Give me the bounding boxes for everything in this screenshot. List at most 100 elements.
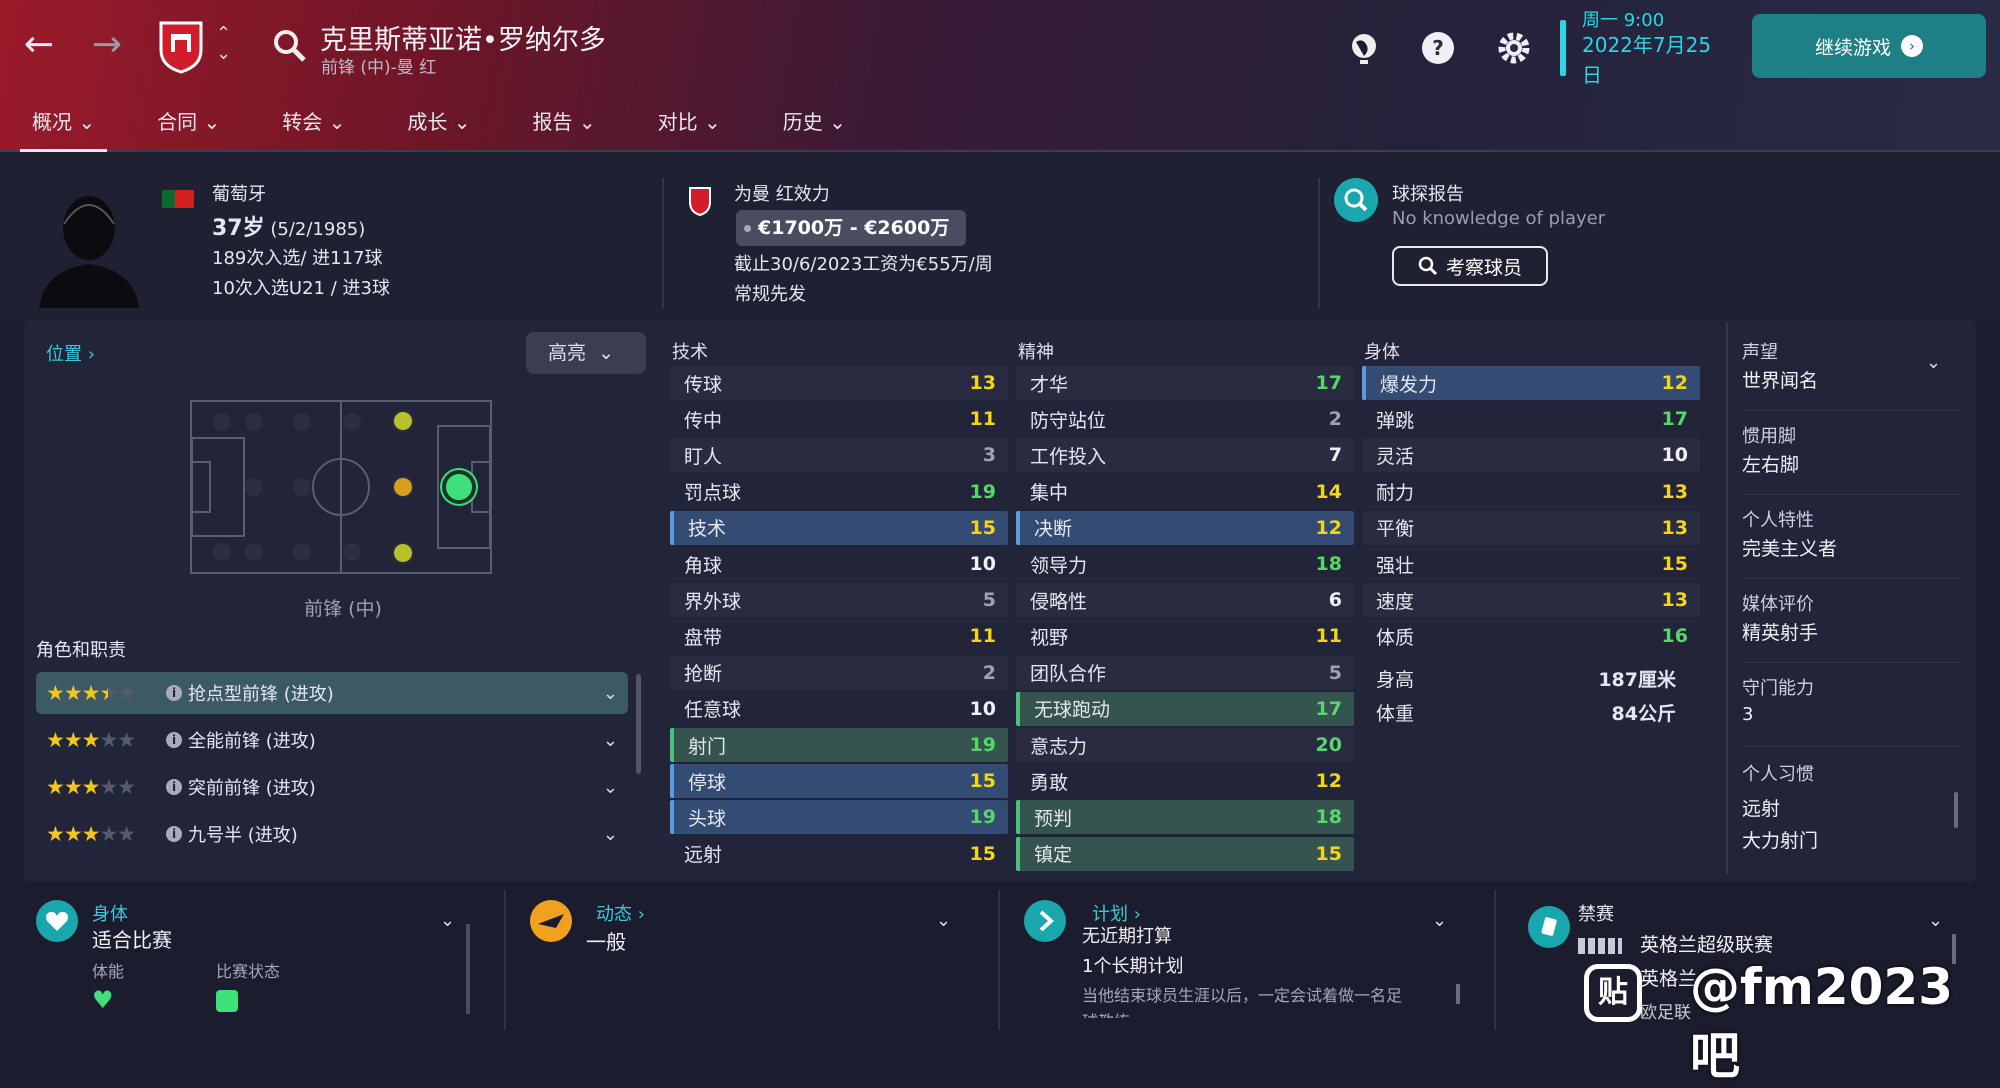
attribute-row[interactable]: 技术 15 (670, 510, 1008, 545)
role-row[interactable]: ★★★★★ i 全能前锋 (进攻) ⌄ (36, 719, 628, 761)
role-label: 全能前锋 (进攻) (188, 731, 316, 752)
attribute-row[interactable]: 无球跑动 17 (1016, 691, 1354, 726)
mental-title: 精神 (1018, 342, 1054, 363)
role-row[interactable]: ★★★★★ i 抢点型前锋 (进攻) ⌄ (36, 672, 628, 714)
form-label: 比赛状态 (216, 962, 281, 981)
attribute-row[interactable]: 侵略性 6 (1016, 583, 1354, 618)
attribute-row[interactable]: 意志力 20 (1016, 728, 1354, 762)
chevron-down-icon[interactable]: ⌄ (1928, 910, 1943, 931)
settings-gear-icon[interactable] (1494, 28, 1534, 68)
morale-link[interactable]: 动态 › (596, 900, 645, 926)
tab-development[interactable]: 成长 ⌄ (395, 104, 482, 154)
attribute-row[interactable]: 爆发力 12 (1362, 366, 1700, 400)
tab-compare[interactable]: 对比 ⌄ (646, 104, 733, 154)
roles-title: 角色和职责 (36, 640, 126, 661)
position-link[interactable]: 位置 › (46, 340, 95, 366)
attribute-row[interactable]: 团队合作 5 (1016, 655, 1354, 690)
help-icon[interactable]: ? (1418, 28, 1458, 68)
chevron-down-icon[interactable]: ⌄ (1432, 910, 1447, 931)
attribute-row[interactable]: 界外球 5 (670, 583, 1008, 618)
info-icon[interactable]: i (166, 685, 182, 701)
attribute-row[interactable]: 耐力 13 (1362, 475, 1700, 509)
info-icon[interactable]: i (166, 826, 182, 842)
highlight-dropdown[interactable]: 高亮 ⌄ (526, 332, 646, 374)
attribute-row[interactable]: 才华 17 (1016, 366, 1354, 400)
attribute-row[interactable]: 停球 15 (670, 764, 1008, 799)
globe-icon[interactable] (1344, 28, 1384, 68)
attribute-row[interactable]: 传中 11 (670, 402, 1008, 436)
attribute-name: 勇敢 (1030, 771, 1069, 794)
attribute-name: 决断 (1034, 518, 1073, 541)
attribute-row[interactable]: 远射 15 (670, 837, 1008, 871)
info-icon[interactable]: i (166, 732, 182, 748)
attribute-row[interactable]: 防守站位 2 (1016, 402, 1354, 436)
side-scrollbar[interactable] (1954, 792, 1958, 828)
position-dot-amc (392, 476, 414, 498)
divider (998, 890, 1000, 1030)
attribute-row[interactable]: 预判 18 (1016, 800, 1354, 835)
attribute-row[interactable]: 平衡 13 (1362, 510, 1700, 545)
contract-info: 截止30/6/2023工资为€55万/周 (734, 254, 993, 275)
attribute-value: 15 (1315, 842, 1342, 865)
attribute-row[interactable]: 盯人 3 (670, 438, 1008, 473)
attribute-row[interactable]: 工作投入 7 (1016, 438, 1354, 473)
chevron-down-icon[interactable]: ⌄ (440, 910, 455, 931)
attribute-row[interactable]: 头球 19 (670, 800, 1008, 835)
scrollbar[interactable] (1456, 984, 1460, 1004)
chevron-down-icon[interactable]: ⌄ (1926, 352, 1941, 373)
tab-overview[interactable]: 概况 ⌄ (20, 104, 108, 154)
attribute-name: 强壮 (1376, 554, 1415, 577)
chevron-down-icon[interactable]: ⌄ (603, 683, 618, 704)
attribute-row[interactable]: 传球 13 (670, 366, 1008, 400)
chevron-down-icon[interactable]: ⌄ (603, 824, 618, 845)
attribute-name: 视野 (1030, 626, 1069, 649)
continue-button[interactable]: 继续游戏 › (1752, 14, 1986, 78)
attribute-row[interactable]: 抢断 2 (670, 655, 1008, 690)
attribute-row[interactable]: 弹跳 17 (1362, 402, 1700, 436)
attribute-row[interactable]: 罚点球 19 (670, 475, 1008, 509)
attribute-row[interactable]: 决断 12 (1016, 510, 1354, 545)
weight-row: 体重 84公斤 (1376, 703, 1676, 725)
attribute-row[interactable]: 镇定 15 (1016, 836, 1354, 871)
attribute-row[interactable]: 灵活 10 (1362, 438, 1700, 473)
attribute-row[interactable]: 盘带 11 (670, 619, 1008, 653)
technical-title: 技术 (672, 342, 708, 363)
attribute-row[interactable]: 视野 11 (1016, 619, 1354, 653)
roles-scrollbar[interactable] (636, 674, 641, 774)
search-icon[interactable] (272, 28, 308, 64)
role-row[interactable]: ★★★★★ i 九号半 (进攻) ⌄ (36, 813, 628, 855)
attribute-row[interactable]: 集中 14 (1016, 475, 1354, 509)
attribute-value: 3 (982, 444, 996, 467)
tab-reports[interactable]: 报告 ⌄ (521, 104, 608, 154)
gk-value: 3 (1742, 704, 1754, 725)
tab-transfer[interactable]: 转会 ⌄ (270, 104, 357, 154)
divider (1742, 494, 1962, 495)
tab-history[interactable]: 历史 ⌄ (771, 104, 858, 154)
chevron-down-icon[interactable]: ⌄ (603, 730, 618, 751)
back-arrow-icon[interactable]: ← (14, 20, 64, 70)
physical-link[interactable]: 身体 (92, 900, 128, 926)
attribute-row[interactable]: 任意球 10 (670, 692, 1008, 726)
attribute-row[interactable]: 勇敢 12 (1016, 764, 1354, 798)
plans-desc-cont: 球教练 (1082, 1008, 1130, 1018)
game-date: 2022年7月25日 (1582, 33, 1712, 87)
chevron-down-icon[interactable]: ⌄ (936, 910, 951, 931)
attribute-name: 防守站位 (1030, 409, 1107, 432)
club-label: 为曼 红效力 (734, 184, 830, 205)
role-row[interactable]: ★★★★★ i 突前前锋 (进攻) ⌄ (36, 766, 628, 808)
attribute-row[interactable]: 射门 19 (670, 728, 1008, 762)
scout-player-button[interactable]: 考察球员 (1392, 246, 1548, 286)
attribute-value: 5 (982, 589, 996, 612)
forward-arrow-icon[interactable]: → (82, 20, 132, 70)
info-icon[interactable]: i (166, 779, 182, 795)
chevron-down-icon[interactable]: ⌄ (603, 777, 618, 798)
attribute-row[interactable]: 速度 13 (1362, 583, 1700, 618)
attribute-row[interactable]: 领导力 18 (1016, 547, 1354, 581)
tab-contract[interactable]: 合同 ⌄ (145, 104, 232, 154)
attribute-row[interactable]: 体质 16 (1362, 619, 1700, 653)
attribute-row[interactable]: 强壮 15 (1362, 547, 1700, 581)
attribute-row[interactable]: 角球 10 (670, 547, 1008, 581)
player-switch-chevrons-icon[interactable]: ⌃ ⌄ (216, 24, 231, 64)
scrollbar[interactable] (466, 924, 470, 1014)
club-crest-icon[interactable] (158, 20, 204, 74)
